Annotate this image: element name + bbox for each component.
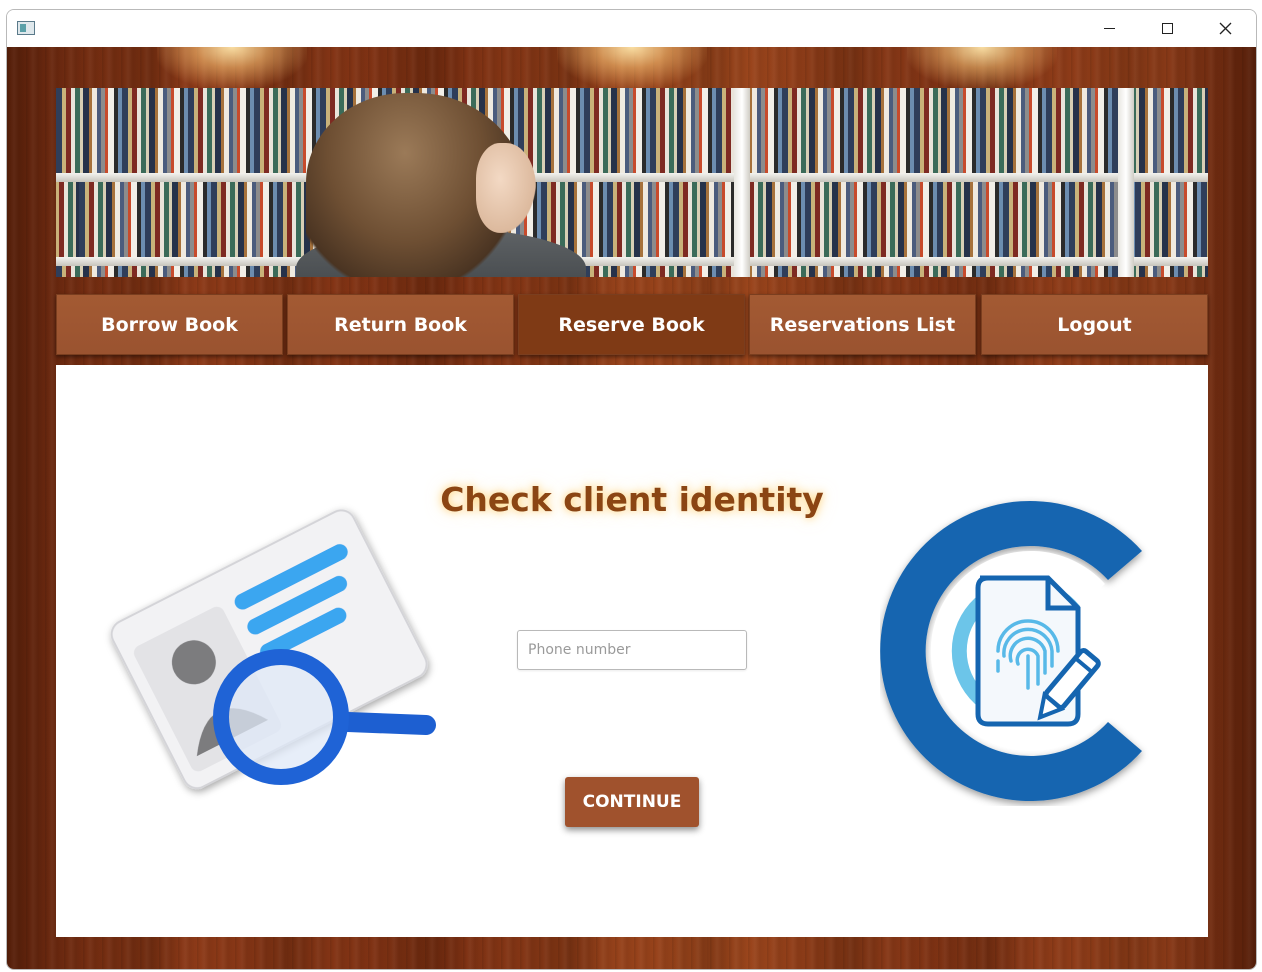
wood-background: Borrow Book Return Book Reserve Book Res… bbox=[7, 47, 1256, 969]
maximize-button[interactable] bbox=[1138, 10, 1196, 47]
app-icon bbox=[17, 21, 35, 35]
ceiling-light bbox=[557, 47, 707, 89]
nav-logout[interactable]: Logout bbox=[981, 294, 1208, 355]
ceiling-light bbox=[907, 47, 1057, 89]
id-card-search-icon bbox=[110, 509, 436, 790]
close-icon bbox=[1219, 22, 1231, 35]
continue-button[interactable]: CONTINUE bbox=[565, 777, 699, 827]
identity-check-panel: Check client identity CONTINUE bbox=[56, 365, 1208, 937]
nav-borrow-book[interactable]: Borrow Book bbox=[56, 294, 283, 355]
close-button[interactable] bbox=[1196, 10, 1254, 47]
main-navigation: Borrow Book Return Book Reserve Book Res… bbox=[56, 294, 1208, 355]
nav-reserve-book[interactable]: Reserve Book bbox=[518, 294, 745, 355]
nav-reservations-list[interactable]: Reservations List bbox=[749, 294, 976, 355]
app-window: Borrow Book Return Book Reserve Book Res… bbox=[6, 9, 1257, 970]
minimize-button[interactable] bbox=[1080, 10, 1138, 47]
minimize-icon bbox=[1103, 28, 1115, 29]
fingerprint-document-icon bbox=[880, 501, 1142, 801]
library-banner-image bbox=[56, 88, 1208, 277]
ceiling-light bbox=[157, 47, 307, 89]
title-bar bbox=[7, 10, 1256, 47]
maximize-icon bbox=[1161, 23, 1173, 34]
nav-return-book[interactable]: Return Book bbox=[287, 294, 514, 355]
phone-number-input[interactable] bbox=[517, 630, 747, 670]
